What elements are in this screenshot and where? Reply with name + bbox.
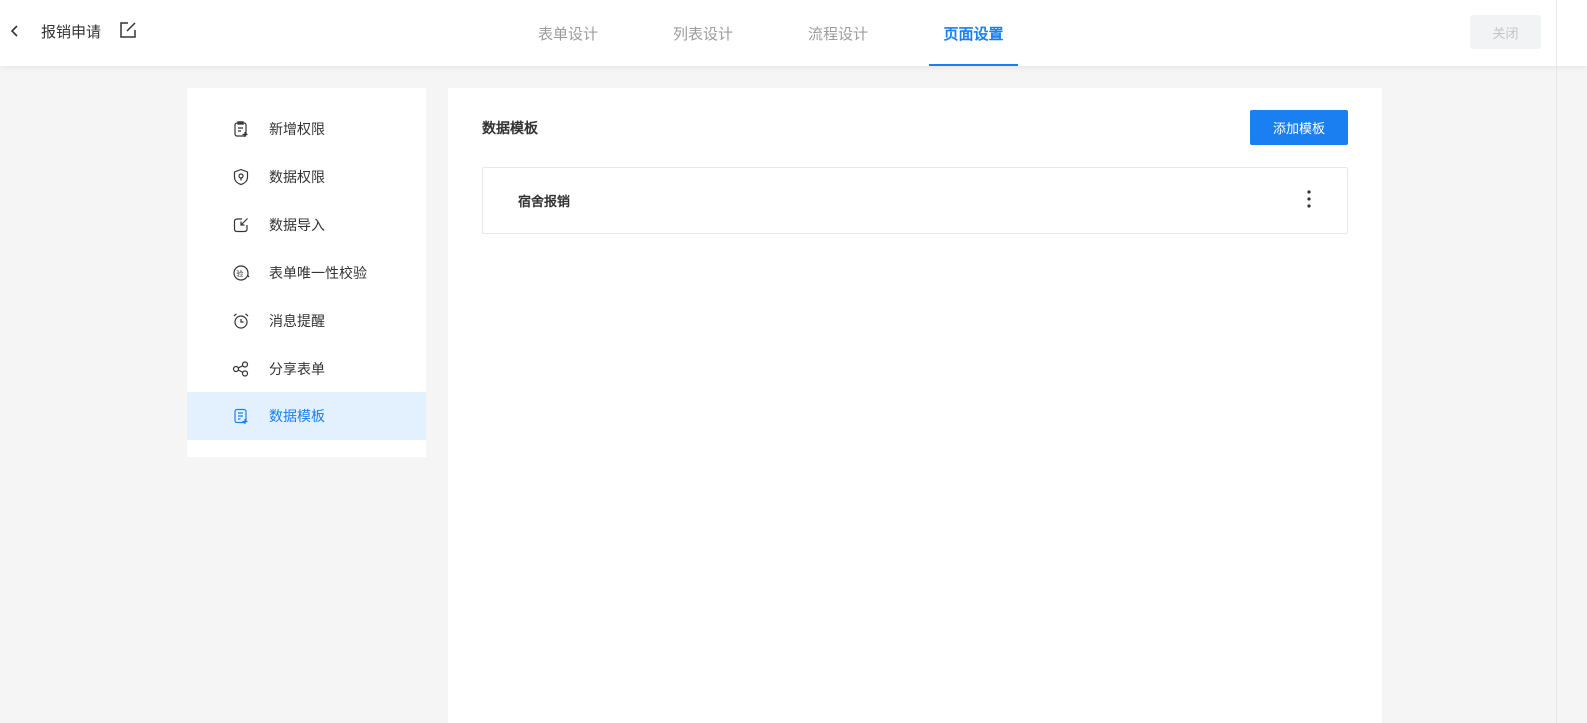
page-title: 数据模板 bbox=[482, 121, 538, 137]
data-permission-icon bbox=[231, 167, 251, 187]
sidebar-item-label: 消息提醒 bbox=[269, 314, 325, 330]
tab-flow-design[interactable]: 流程设计 bbox=[794, 0, 882, 66]
template-card[interactable]: 宿舍报销 bbox=[482, 167, 1348, 234]
data-import-icon bbox=[231, 215, 251, 235]
uniqueness-check-icon: 验 bbox=[231, 263, 251, 283]
sidebar-item-label: 分享表单 bbox=[269, 362, 325, 378]
main-panel: 数据模板 添加模板 宿舍报销 bbox=[448, 88, 1382, 723]
alarm-clock-icon bbox=[231, 311, 251, 331]
template-name: 宿舍报销 bbox=[518, 195, 571, 210]
sidebar-item-share-form[interactable]: 分享表单 bbox=[187, 345, 426, 393]
tab-form-design[interactable]: 表单设计 bbox=[524, 0, 612, 66]
sidebar-item-label: 数据导入 bbox=[269, 218, 325, 234]
sidebar-item-add-permission[interactable]: 新增权限 bbox=[187, 105, 426, 153]
data-template-icon bbox=[231, 406, 251, 426]
settings-sidebar: 新增权限 数据权限 数据导入 验 表单唯一性校验 消息提醒 分享表单 数据模板 bbox=[187, 88, 426, 457]
scrollbar[interactable] bbox=[1556, 0, 1562, 723]
add-template-button[interactable]: 添加模板 bbox=[1250, 110, 1348, 145]
tab-list-design[interactable]: 列表设计 bbox=[659, 0, 747, 66]
sidebar-item-data-permission[interactable]: 数据权限 bbox=[187, 153, 426, 201]
sidebar-item-message-reminder[interactable]: 消息提醒 bbox=[187, 297, 426, 345]
svg-text:验: 验 bbox=[236, 269, 243, 278]
close-button[interactable]: 关闭 bbox=[1470, 15, 1541, 49]
design-tabs: 表单设计 列表设计 流程设计 页面设置 bbox=[0, 0, 1587, 66]
sidebar-item-uniqueness-check[interactable]: 验 表单唯一性校验 bbox=[187, 249, 426, 297]
share-icon bbox=[231, 359, 251, 379]
top-header: 报销申请 表单设计 列表设计 流程设计 页面设置 关闭 bbox=[0, 0, 1587, 66]
add-permission-icon bbox=[231, 119, 251, 139]
tab-page-settings[interactable]: 页面设置 bbox=[929, 0, 1018, 66]
sidebar-item-data-import[interactable]: 数据导入 bbox=[187, 201, 426, 249]
more-vertical-icon bbox=[1307, 190, 1311, 212]
sidebar-item-label: 数据模板 bbox=[269, 409, 325, 425]
sidebar-item-data-template[interactable]: 数据模板 bbox=[187, 392, 426, 440]
sidebar-item-label: 表单唯一性校验 bbox=[269, 266, 367, 282]
sidebar-item-label: 数据权限 bbox=[269, 170, 325, 186]
more-options-button[interactable] bbox=[1299, 190, 1319, 212]
sidebar-item-label: 新增权限 bbox=[269, 122, 325, 138]
